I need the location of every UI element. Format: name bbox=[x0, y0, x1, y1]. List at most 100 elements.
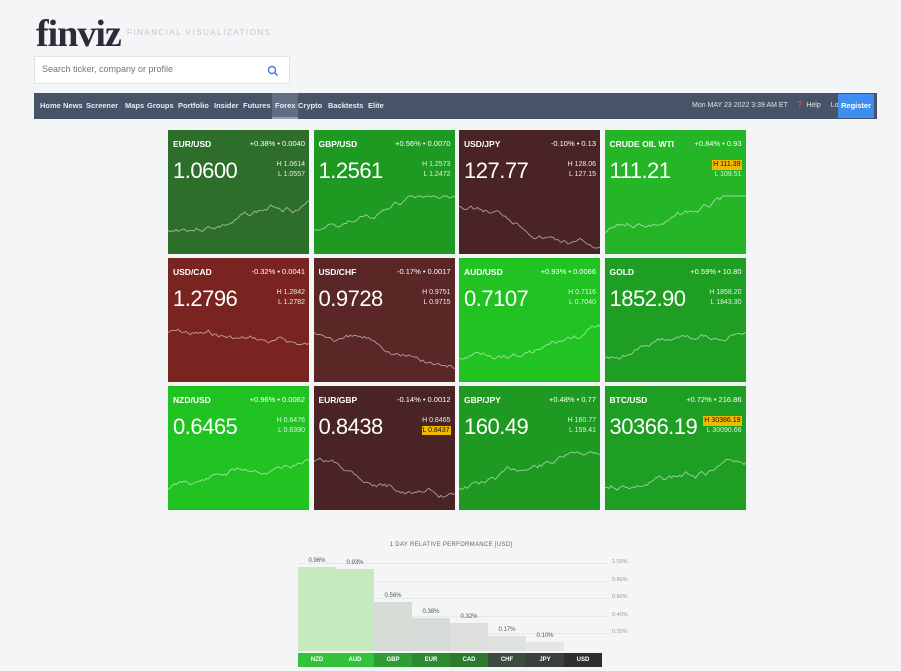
help-link[interactable]: Help bbox=[806, 102, 820, 109]
y-tick-label: 0.60% bbox=[612, 594, 628, 601]
intraday-sparkline bbox=[168, 200, 309, 233]
tile-eur-gbp[interactable]: EUR/GBP -0.14% • 0.0012 0.8438 H 0.8465 L 0.… bbox=[313, 386, 455, 510]
tile-usd-jpy[interactable]: USD/JPY -0.10% • 0.13 127.77 H 128.06 L 127.… bbox=[459, 130, 600, 254]
intraday-sparkline bbox=[604, 195, 746, 234]
intraday-sparkline bbox=[459, 205, 600, 249]
intraday-sparkline bbox=[168, 328, 309, 346]
category-label-usd[interactable]: USD bbox=[564, 653, 602, 667]
bar-jpy bbox=[526, 642, 564, 651]
nav-item-elite[interactable]: Elite bbox=[368, 93, 384, 119]
bar-value-label: 0.32% bbox=[460, 613, 478, 620]
pair-price: 30366.19 bbox=[609, 414, 698, 439]
bar-aud bbox=[336, 569, 374, 651]
pair-price: 0.8438 bbox=[318, 414, 384, 439]
y-tick-label: 1.00% bbox=[612, 559, 628, 565]
category-label-nzd[interactable]: NZD bbox=[298, 653, 336, 667]
nav-item-maps[interactable]: Maps bbox=[125, 93, 144, 119]
pair-low: L 0.6390 bbox=[278, 426, 305, 434]
pair-change: +0.48% • 0.77 bbox=[548, 395, 596, 404]
pair-change: +0.93% • 0.0066 bbox=[540, 267, 596, 276]
category-label-aud[interactable]: AUD bbox=[336, 653, 374, 667]
chart-title: 1 DAY RELATIVE PERFORMANCE [USD] bbox=[389, 542, 513, 548]
pair-change: -0.32% • 0.0041 bbox=[251, 267, 306, 276]
pair-name: GOLD bbox=[609, 267, 635, 277]
tile-usd-chf[interactable]: USD/CHF -0.17% • 0.0017 0.9728 H 0.9751 L 0.… bbox=[313, 258, 455, 382]
pair-change: +0.59% • 10.80 bbox=[690, 267, 742, 276]
pair-high-low: H 30386.19 L 30090.66 bbox=[703, 416, 742, 435]
pair-low: L 0.8437 bbox=[421, 425, 451, 435]
pair-low: L 109.51 bbox=[714, 170, 742, 178]
pair-low: L 0.7040 bbox=[569, 298, 596, 306]
category-label-chf[interactable]: CHF bbox=[488, 653, 526, 667]
intraday-sparkline bbox=[313, 195, 455, 231]
pair-change: -0.17% • 0.0017 bbox=[397, 267, 451, 276]
help-icon[interactable]: ❓ bbox=[796, 102, 805, 109]
pair-high: H 1.0614 bbox=[276, 161, 305, 168]
pair-name: CRUDE OIL WTI bbox=[609, 139, 675, 149]
pair-price: 0.9728 bbox=[318, 286, 384, 311]
pair-change: +0.56% • 0.0070 bbox=[395, 139, 451, 148]
tile-gold[interactable]: GOLD +0.59% • 10.80 1852.90 H 1858.20 L 1843… bbox=[604, 258, 746, 382]
category-label-cad[interactable]: CAD bbox=[450, 653, 488, 667]
pair-price: 1852.90 bbox=[609, 286, 687, 311]
intraday-sparkline bbox=[459, 324, 600, 360]
category-label-gbp[interactable]: GBP bbox=[374, 653, 412, 667]
bar-value-label: 0.17% bbox=[498, 627, 516, 634]
nav-item-portfolio[interactable]: Portfolio bbox=[178, 93, 209, 119]
pair-change: +0.72% • 216.86 bbox=[686, 395, 742, 404]
pair-high: H 30386.19 bbox=[703, 416, 742, 426]
nav-item-crypto[interactable]: Crypto bbox=[298, 93, 322, 119]
pair-high: H 1858.20 bbox=[709, 289, 742, 296]
pair-name: EUR/GBP bbox=[318, 395, 358, 405]
pair-high: H 0.8465 bbox=[422, 417, 451, 424]
search-icon[interactable] bbox=[267, 64, 279, 77]
pair-high-low: H 0.7116 L 0.7040 bbox=[568, 288, 596, 307]
pair-low: L 127.15 bbox=[569, 170, 596, 178]
forex-grid: EUR/USD +0.38% • 0.0040 1.0600 H 1.0614 L 1.… bbox=[168, 130, 746, 510]
nav-item-home[interactable]: Home bbox=[40, 93, 61, 119]
nav-item-screener[interactable]: Screener bbox=[86, 93, 118, 119]
bar-value-label: 0.56% bbox=[384, 592, 402, 599]
category-label-eur[interactable]: EUR bbox=[412, 653, 450, 667]
nav-item-futures[interactable]: Futures bbox=[243, 93, 271, 119]
nav-right: Mon MAY 23 2022 3:39 AM ET ❓ Help Login bbox=[692, 93, 848, 119]
tile-nzd-usd[interactable]: NZD/USD +0.96% • 0.0062 0.6465 H 0.6476 L 0.… bbox=[168, 386, 309, 510]
site-tagline: FINANCIAL VISUALIZATIONS bbox=[127, 28, 272, 37]
pair-change: +0.38% • 0.0040 bbox=[249, 139, 305, 148]
pair-price: 0.7107 bbox=[464, 286, 529, 311]
pair-name: AUD/USD bbox=[464, 267, 503, 277]
tile-aud-usd[interactable]: AUD/USD +0.93% • 0.0066 0.7107 H 0.7116 L 0.… bbox=[459, 258, 600, 382]
intraday-sparkline bbox=[604, 458, 746, 491]
tile-usd-cad[interactable]: USD/CAD -0.32% • 0.0041 1.2796 H 1.2842 L 1.… bbox=[168, 258, 309, 382]
intraday-sparkline bbox=[313, 457, 455, 499]
tile-eur-usd[interactable]: EUR/USD +0.38% • 0.0040 1.0600 H 1.0614 L 1.… bbox=[168, 130, 309, 254]
pair-high-low: H 1.2573 L 1.2472 bbox=[422, 160, 450, 179]
pair-name: NZD/USD bbox=[173, 395, 211, 405]
main-nav: Home News Screener Maps Groups Portfolio Insid… bbox=[34, 93, 877, 119]
pair-high-low: H 111.39 L 109.51 bbox=[712, 160, 742, 179]
pair-high-low: H 1858.20 L 1843.30 bbox=[709, 288, 741, 307]
pair-high-low: H 160.77 L 159.41 bbox=[568, 416, 596, 435]
tile-gbp-usd[interactable]: GBP/USD +0.56% • 0.0070 1.2561 H 1.2573 L 1.… bbox=[313, 130, 455, 254]
nav-item-groups[interactable]: Groups bbox=[147, 93, 174, 119]
pair-low: L 1.0557 bbox=[278, 170, 305, 178]
y-tick-label: 0.80% bbox=[612, 576, 628, 583]
tile-crude-oil-wti[interactable]: CRUDE OIL WTI +0.84% • 0.93 111.21 H 111.39… bbox=[604, 130, 746, 254]
category-label-jpy[interactable]: JPY bbox=[526, 653, 564, 667]
pair-name: USD/JPY bbox=[464, 139, 501, 149]
register-button[interactable]: Register bbox=[838, 94, 874, 118]
pair-name: USD/CHF bbox=[318, 267, 357, 277]
pair-change: +0.96% • 0.0062 bbox=[249, 395, 305, 404]
nav-item-forex[interactable]: Forex bbox=[272, 93, 299, 119]
nav-item-news[interactable]: News bbox=[63, 93, 83, 119]
pair-low: L 1.2472 bbox=[423, 170, 451, 178]
finviz-logo[interactable]: finviz bbox=[36, 12, 122, 56]
nav-item-insider[interactable]: Insider bbox=[214, 93, 239, 119]
pair-change: -0.10% • 0.13 bbox=[550, 139, 596, 148]
nav-item-backtests[interactable]: Backtests bbox=[328, 93, 363, 119]
search-box bbox=[34, 56, 290, 84]
y-tick-label: 0.40% bbox=[612, 611, 628, 618]
search-input[interactable] bbox=[42, 64, 262, 74]
tile-btc-usd[interactable]: BTC/USD +0.72% • 216.86 30366.19 H 30386.19… bbox=[604, 386, 746, 510]
tile-gbp-jpy[interactable]: GBP/JPY +0.48% • 0.77 160.49 H 160.77 L 159.… bbox=[459, 386, 600, 510]
